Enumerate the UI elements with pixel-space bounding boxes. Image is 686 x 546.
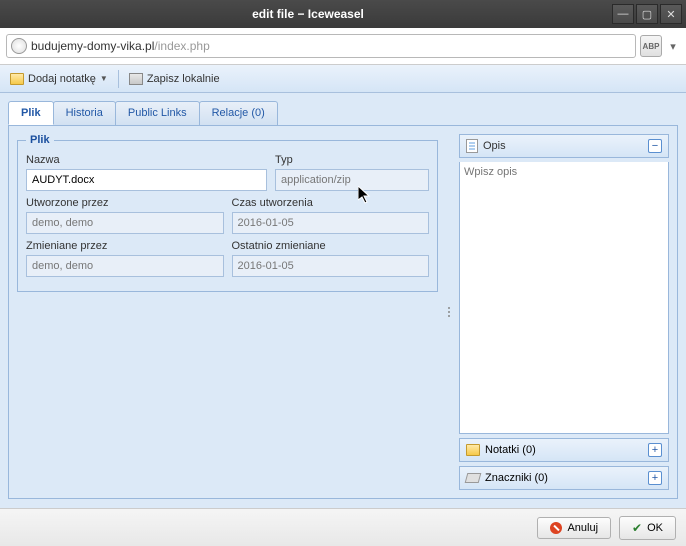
cancel-icon xyxy=(550,522,562,534)
chevron-down-icon: ▼ xyxy=(100,74,108,83)
url-path: /index.php xyxy=(154,39,209,53)
tab-body: Plik Nazwa Typ Utworzone przez xyxy=(8,126,678,499)
maximize-button[interactable]: ▢ xyxy=(636,4,658,24)
opis-title: Opis xyxy=(483,140,643,152)
close-button[interactable]: ✕ xyxy=(660,4,682,24)
znaczniki-panel[interactable]: Znaczniki (0) xyxy=(459,466,669,490)
plik-fieldset: Plik Nazwa Typ Utworzone przez xyxy=(17,134,438,292)
plik-legend: Plik xyxy=(26,134,54,146)
cancel-label: Anuluj xyxy=(567,522,598,534)
created-by-label: Utworzone przez xyxy=(26,197,224,209)
toolbar-separator xyxy=(118,70,119,88)
url-bar[interactable]: budujemy-domy-vika.pl/index.php xyxy=(6,34,636,58)
url-domain: budujemy-domy-vika.pl xyxy=(31,39,154,53)
add-note-label: Dodaj notatkę xyxy=(28,73,96,85)
modified-by-label: Zmieniane przez xyxy=(26,240,224,252)
notatki-panel[interactable]: Notatki (0) xyxy=(459,438,669,462)
disk-icon xyxy=(129,73,143,85)
content: Plik Historia Public Links Relacje (0) P… xyxy=(0,93,686,508)
name-label: Nazwa xyxy=(26,154,267,166)
ok-label: OK xyxy=(647,522,663,534)
toolbar: Dodaj notatkę ▼ Zapisz lokalnie xyxy=(0,65,686,93)
modified-at-input xyxy=(232,255,430,277)
opis-collapse-button[interactable] xyxy=(648,139,662,153)
save-local-label: Zapisz lokalnie xyxy=(147,73,220,85)
type-input xyxy=(275,169,429,191)
opis-body xyxy=(459,162,669,434)
abp-button[interactable]: ABP xyxy=(640,35,662,57)
tabs: Plik Historia Public Links Relacje (0) xyxy=(8,101,678,126)
tab-plik[interactable]: Plik xyxy=(8,101,54,125)
tab-historia[interactable]: Historia xyxy=(53,101,116,125)
tag-icon xyxy=(465,473,482,483)
document-icon xyxy=(466,139,478,153)
tab-public-links[interactable]: Public Links xyxy=(115,101,200,125)
notatki-title: Notatki (0) xyxy=(485,444,643,456)
right-column: Opis Notatki (0) Znaczniki (0) xyxy=(459,134,669,490)
znaczniki-title: Znaczniki (0) xyxy=(485,472,643,484)
notatki-expand-button[interactable] xyxy=(648,443,662,457)
modified-at-label: Ostatnio zmieniane xyxy=(232,240,430,252)
tab-relacje[interactable]: Relacje (0) xyxy=(199,101,278,125)
titlebar: edit file − Iceweasel — ▢ ✕ xyxy=(0,0,686,28)
modified-by-input xyxy=(26,255,224,277)
check-icon: ✔ xyxy=(632,521,642,535)
url-bar-row: budujemy-domy-vika.pl/index.php ABP ▾ xyxy=(0,28,686,65)
folder-icon xyxy=(466,444,480,456)
ok-button[interactable]: ✔ OK xyxy=(619,516,676,540)
opis-header: Opis xyxy=(459,134,669,158)
window-title: edit file − Iceweasel xyxy=(4,7,612,21)
type-label: Typ xyxy=(275,154,429,166)
url-dropdown[interactable]: ▾ xyxy=(666,35,680,57)
globe-icon xyxy=(11,38,27,54)
created-at-input xyxy=(232,212,430,234)
add-note-button[interactable]: Dodaj notatkę ▼ xyxy=(6,71,112,87)
created-at-label: Czas utworzenia xyxy=(232,197,430,209)
folder-icon xyxy=(10,73,24,85)
opis-textarea[interactable] xyxy=(460,162,668,433)
button-bar: Anuluj ✔ OK xyxy=(0,508,686,546)
created-by-input xyxy=(26,212,224,234)
name-input[interactable] xyxy=(26,169,267,191)
znaczniki-expand-button[interactable] xyxy=(648,471,662,485)
splitter-handle[interactable] xyxy=(446,134,451,490)
cancel-button[interactable]: Anuluj xyxy=(537,517,611,539)
left-column: Plik Nazwa Typ Utworzone przez xyxy=(17,134,438,490)
minimize-button[interactable]: — xyxy=(612,4,634,24)
save-local-button[interactable]: Zapisz lokalnie xyxy=(125,71,224,87)
